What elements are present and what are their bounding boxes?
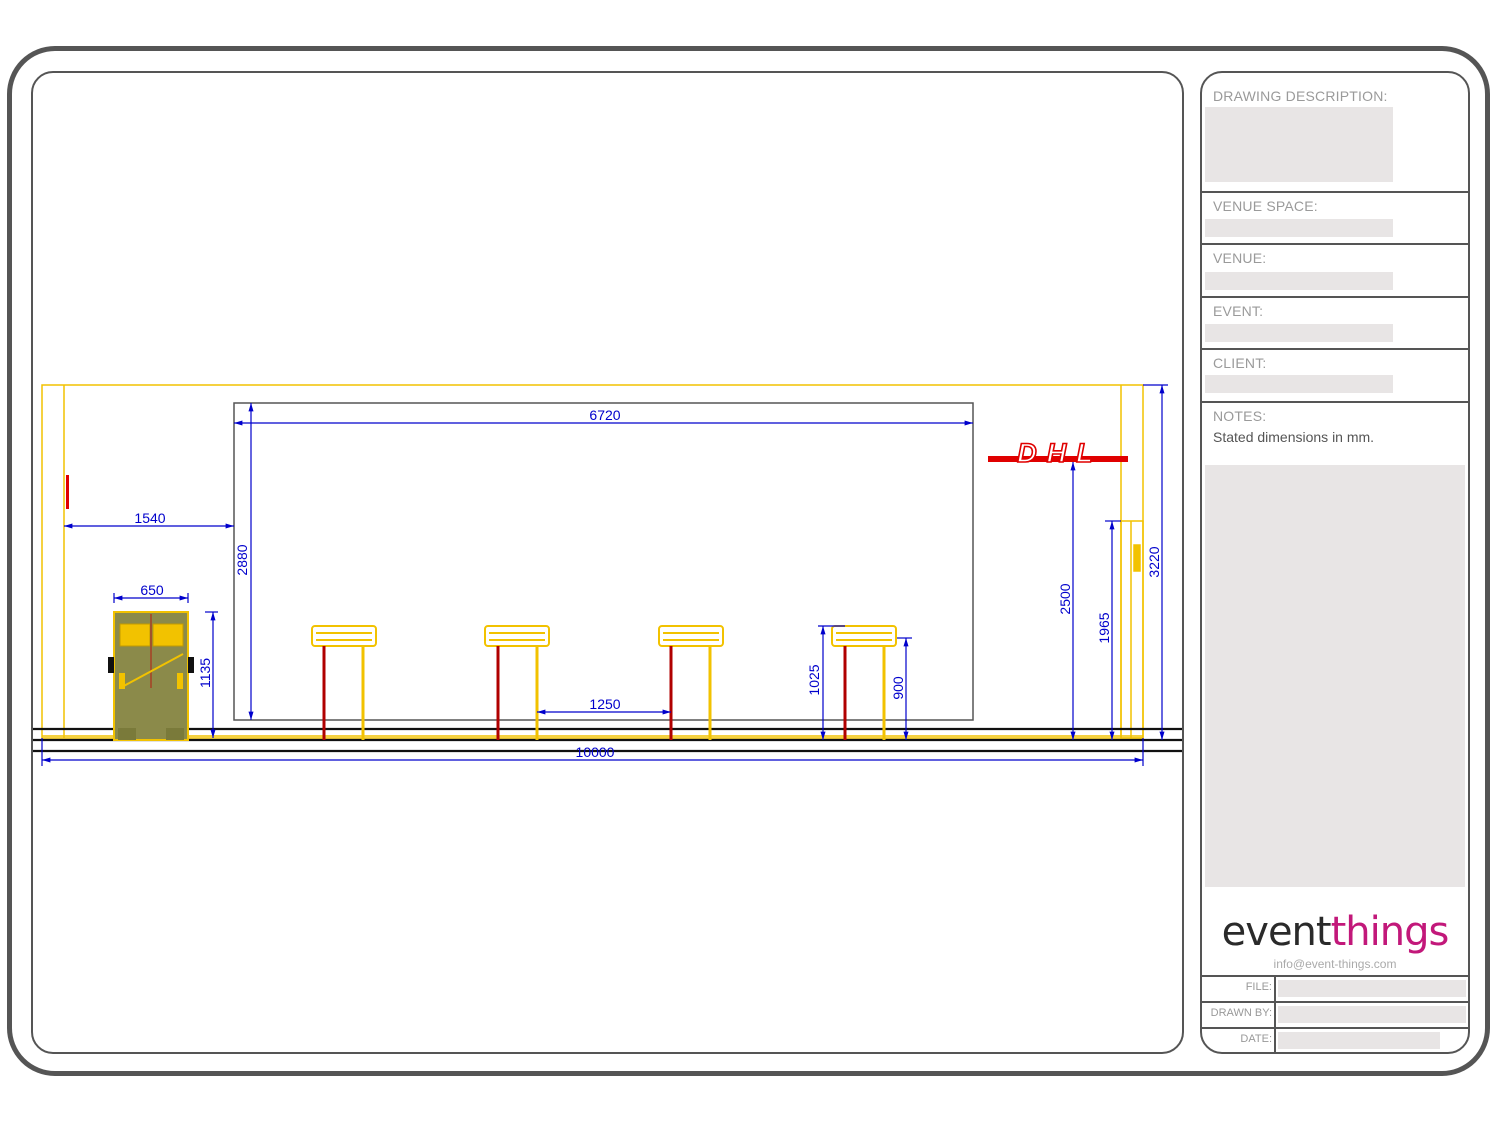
venue-section: VENUE: — [1202, 245, 1468, 298]
notes-field[interactable] — [1205, 465, 1465, 887]
dim-door-height: 1965 — [1096, 612, 1112, 643]
file-row: FILE: — [1202, 975, 1468, 1001]
logo-things: things — [1330, 909, 1450, 955]
dim-screen-width: 6720 — [589, 407, 620, 423]
dim-stool-height: 1025 — [806, 664, 822, 695]
date-row: DATE: — [1202, 1027, 1468, 1052]
client-field[interactable] — [1205, 375, 1393, 393]
company-email: info@event-things.com — [1273, 957, 1397, 971]
title-block: DRAWING DESCRIPTION: VENUE SPACE: VENUE:… — [1200, 71, 1470, 1054]
dim-counter-width: 650 — [140, 582, 164, 598]
bar-stool-2 — [484, 625, 550, 740]
venue-space-label: VENUE SPACE: — [1213, 198, 1318, 214]
notes-label: NOTES: — [1213, 408, 1267, 424]
drawing-description-section: DRAWING DESCRIPTION: — [1202, 73, 1468, 193]
client-section: CLIENT: — [1202, 350, 1468, 403]
dim-counter-height: 1135 — [197, 658, 213, 688]
client-label: CLIENT: — [1213, 355, 1267, 371]
date-label: DATE: — [1240, 1033, 1272, 1045]
notes-section: NOTES: Stated dimensions in mm. — [1202, 403, 1468, 903]
date-field[interactable] — [1278, 1032, 1440, 1049]
file-label: FILE: — [1245, 981, 1272, 993]
event-label: EVENT: — [1213, 303, 1264, 319]
drawn-by-divider — [1274, 1003, 1276, 1027]
dim-offset-left: 1540 — [134, 510, 165, 526]
company-logo: eventthings — [1202, 909, 1468, 955]
dim-total-length: 10000 — [576, 744, 615, 760]
reception-counter — [108, 611, 194, 741]
dim-logo-height: 2500 — [1057, 583, 1073, 614]
logo-event: event — [1221, 909, 1332, 955]
bar-stool-1 — [311, 625, 377, 740]
notes-text: Stated dimensions in mm. — [1213, 429, 1375, 445]
venue-space-field[interactable] — [1205, 219, 1393, 237]
dhl-logo-text: DHL — [1017, 438, 1103, 468]
dim-wall-height: 3220 — [1146, 546, 1162, 577]
drawing-description-label: DRAWING DESCRIPTION: — [1213, 88, 1388, 104]
drawn-by-label: DRAWN BY: — [1210, 1007, 1272, 1019]
event-field[interactable] — [1205, 324, 1393, 342]
file-divider — [1274, 977, 1276, 1001]
dim-seat-height: 900 — [890, 676, 906, 700]
file-field[interactable] — [1278, 980, 1466, 997]
drawn-by-field[interactable] — [1278, 1006, 1466, 1023]
event-section: EVENT: — [1202, 298, 1468, 350]
fire-extinguisher — [66, 475, 69, 509]
drawn-by-row: DRAWN BY: — [1202, 1001, 1468, 1027]
dim-screen-height: 2880 — [234, 544, 250, 575]
bar-stool-4 — [831, 625, 897, 740]
dim-stool-spacing: 1250 — [589, 696, 620, 712]
dhl-logo: DHL — [988, 437, 1128, 469]
venue-label: VENUE: — [1213, 250, 1267, 266]
drawing-description-field[interactable] — [1205, 107, 1393, 182]
led-screen — [233, 402, 974, 721]
date-divider — [1274, 1029, 1276, 1052]
venue-space-section: VENUE SPACE: — [1202, 193, 1468, 245]
venue-field[interactable] — [1205, 272, 1393, 290]
bar-stool-3 — [658, 625, 724, 740]
